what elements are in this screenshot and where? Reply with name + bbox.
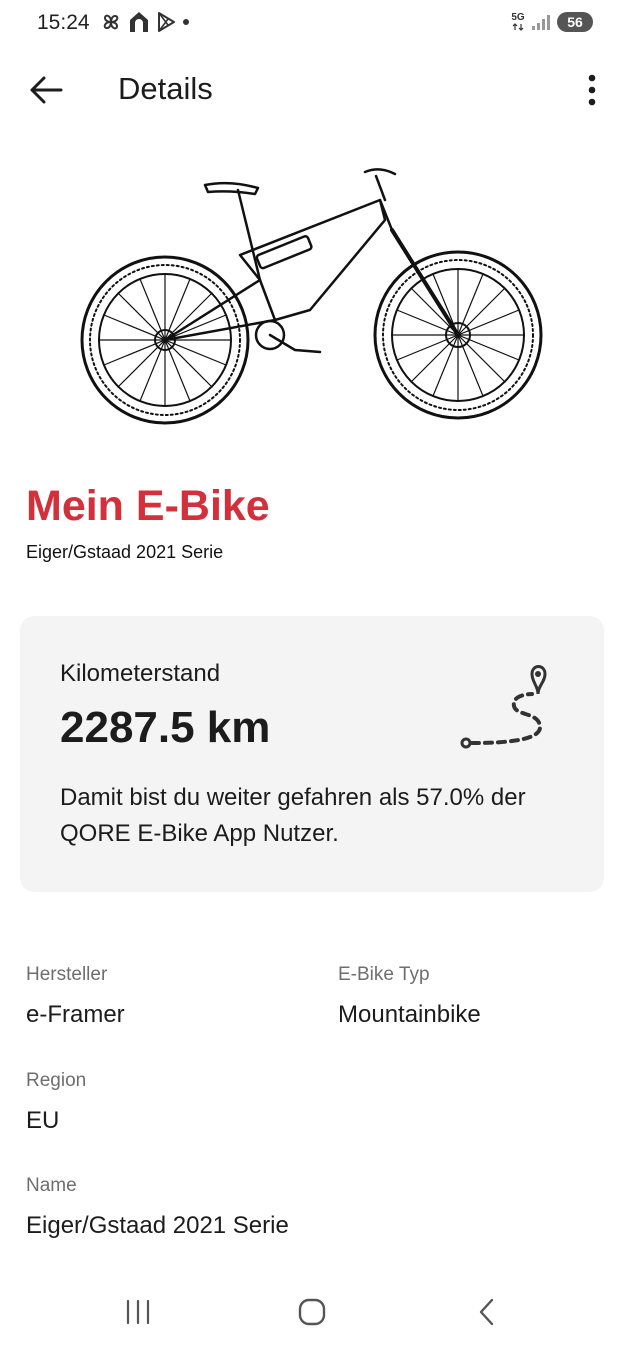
pinwheel-icon: [103, 14, 119, 30]
recent-apps-button[interactable]: [108, 1290, 168, 1334]
ebike-type-value: Mountainbike: [338, 1001, 481, 1028]
bike-frame: [163, 168, 460, 354]
status-icons-right: 5G 56: [511, 12, 593, 32]
home-icon: [298, 1298, 326, 1326]
status-bar: 15:24 5G 56: [0, 0, 623, 48]
status-icons-left: [100, 10, 191, 34]
odometer-label: Kilometerstand: [60, 660, 221, 687]
signal-icon: [532, 15, 550, 30]
ebike-type-label: E-Bike Typ: [338, 964, 430, 985]
more-vertical-icon: [588, 74, 596, 106]
play-store-icon: [158, 12, 175, 32]
page-title: Details: [118, 71, 213, 106]
back-icon: [479, 1298, 494, 1326]
route-pin-icon: [460, 665, 547, 749]
status-time: 15:24: [37, 11, 90, 34]
app-bar: Details: [0, 60, 623, 120]
bike-subtitle: Eiger/Gstaad 2021 Serie: [26, 542, 224, 562]
region-label: Region: [26, 1070, 87, 1091]
arrow-left-icon: [30, 76, 63, 104]
battery-icon: 56: [557, 12, 593, 32]
home-app-icon: [130, 12, 148, 32]
bike-title: Mein E-Bike: [26, 482, 270, 530]
bike-illustration: [80, 168, 543, 425]
name-value: Eiger/Gstaad 2021 Serie: [26, 1212, 289, 1239]
name-label: Name: [26, 1175, 77, 1196]
network-label: 5G: [511, 12, 525, 23]
back-button[interactable]: [26, 70, 66, 110]
5g-icon: 5G: [511, 13, 525, 31]
odometer-card: Kilometerstand 2287.5 km Damit bist du w…: [20, 616, 604, 892]
battery-level: 56: [567, 14, 583, 30]
manufacturer-label: Hersteller: [26, 964, 108, 985]
data-arrows-icon: [512, 23, 524, 31]
dot-icon: [183, 19, 189, 25]
odometer-description: Damit bist du weiter gefahren als 57.0% …: [60, 784, 526, 847]
nav-back-button[interactable]: [456, 1290, 516, 1334]
manufacturer-value: e-Framer: [26, 1001, 125, 1028]
recent-apps-icon: [126, 1299, 150, 1325]
more-options-button[interactable]: [572, 70, 612, 110]
region-value: EU: [26, 1107, 60, 1134]
home-button[interactable]: [282, 1290, 342, 1334]
system-nav-bar: [0, 1280, 623, 1344]
odometer-value: 2287.5 km: [60, 703, 271, 752]
